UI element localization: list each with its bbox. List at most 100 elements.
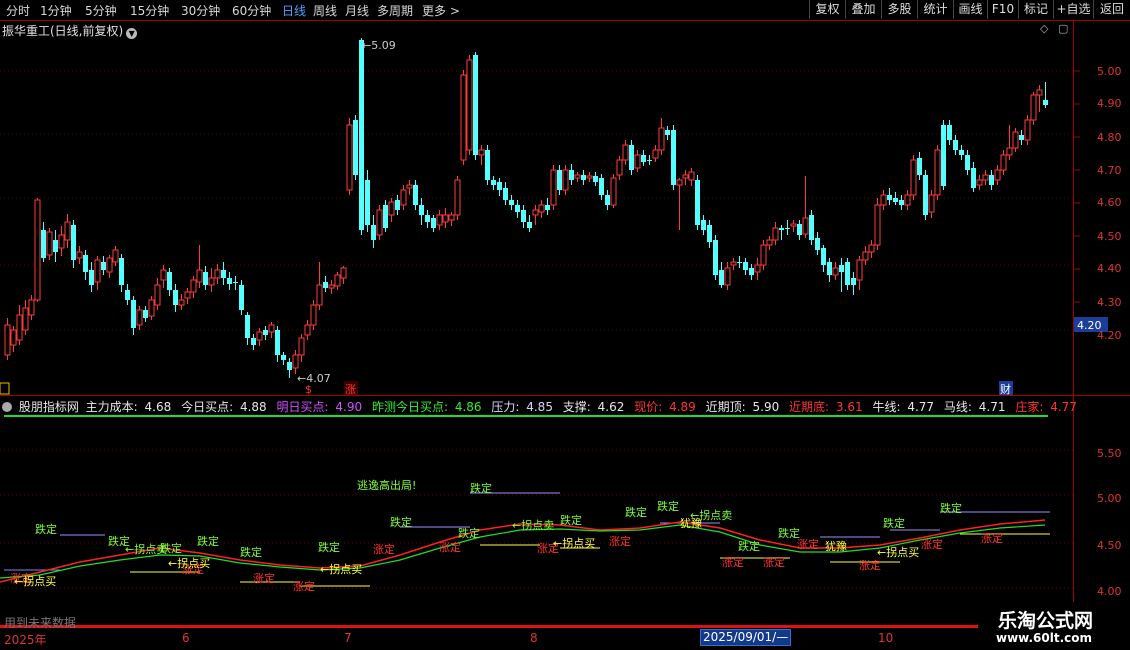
signal-label: 涨定 xyxy=(763,555,785,569)
candle xyxy=(827,258,832,282)
candle xyxy=(779,225,784,240)
date-label: 8 xyxy=(530,631,538,645)
candle xyxy=(497,178,502,196)
watermark-url: www.60lt.com xyxy=(996,631,1093,645)
signal-label: 跌定 xyxy=(35,522,57,536)
candle xyxy=(101,256,106,275)
candle xyxy=(527,215,532,232)
candle xyxy=(316,262,323,310)
candle xyxy=(622,140,629,165)
candle xyxy=(388,198,395,222)
candle xyxy=(802,176,809,238)
recent-top: 近期顶: 5.90 xyxy=(705,400,780,414)
left-edge-marker xyxy=(0,382,10,395)
candle xyxy=(1043,82,1048,108)
date-label: 10 xyxy=(878,631,894,645)
candle xyxy=(143,306,148,322)
price-tick-low: 4.20 xyxy=(1097,329,1122,342)
candle xyxy=(904,190,911,210)
candle xyxy=(359,38,364,235)
signal-label: ←拐点买 xyxy=(320,562,362,576)
candle xyxy=(928,190,935,218)
candle xyxy=(730,258,737,270)
diamond-icon[interactable]: ◇ xyxy=(1040,22,1048,35)
candle xyxy=(743,258,748,275)
candle xyxy=(334,272,341,290)
signal-label: 涨定 xyxy=(797,537,819,551)
candle xyxy=(713,235,718,280)
signal-label: ←拐点卖 xyxy=(125,542,167,556)
candle xyxy=(395,195,400,215)
candle xyxy=(310,300,317,330)
candle xyxy=(509,195,514,210)
signal-label: 跌定 xyxy=(240,545,262,559)
candle xyxy=(1024,115,1031,145)
watermark: 乐淘公式网 www.60lt.com xyxy=(978,602,1130,650)
candle xyxy=(862,246,869,265)
candle xyxy=(832,262,839,280)
candle xyxy=(431,215,436,232)
signal-label: 跌定 xyxy=(458,526,480,540)
price-tick: 4.80 xyxy=(1097,131,1122,144)
candle xyxy=(473,52,478,160)
candle xyxy=(874,198,881,250)
candle xyxy=(647,155,652,165)
candle xyxy=(4,318,11,360)
candle xyxy=(196,245,203,288)
candle xyxy=(281,352,286,365)
candle xyxy=(610,174,617,208)
candle xyxy=(682,170,689,185)
candle xyxy=(304,320,311,340)
candle xyxy=(574,172,581,182)
price-axis: 5.00 4.90 4.80 4.70 4.60 4.50 4.40 4.30 xyxy=(1097,65,1122,309)
candle xyxy=(233,276,238,290)
signal-label: 逃逸高出局! xyxy=(357,478,416,492)
signal-label: 涨定 xyxy=(439,540,461,554)
indicator-name[interactable]: 股朋指标网 xyxy=(19,400,79,414)
candle xyxy=(454,176,461,220)
candle xyxy=(154,278,161,310)
candle xyxy=(982,170,989,185)
candle xyxy=(550,165,557,210)
candle xyxy=(899,195,904,210)
window-icon[interactable]: ▢ xyxy=(1058,22,1068,35)
candle xyxy=(856,256,863,290)
candle xyxy=(208,268,215,292)
finance-marker[interactable]: 财 xyxy=(1000,382,1011,396)
kline-chart[interactable]: 5.00 4.90 4.80 4.70 4.60 4.50 4.40 4.30 … xyxy=(0,0,1130,650)
candle xyxy=(845,258,850,290)
candle xyxy=(16,305,23,345)
candle xyxy=(532,205,539,225)
candle xyxy=(749,264,754,280)
dividend-marker[interactable]: $ xyxy=(305,383,312,396)
candle xyxy=(256,328,263,346)
rise-limit-marker[interactable]: 涨 xyxy=(345,383,356,396)
stock-title[interactable]: 振华重工(日线,前复权) ▼ xyxy=(2,22,138,39)
signal-label: 跌定 xyxy=(197,534,219,548)
candle xyxy=(203,266,208,290)
predicted-buy: 昨测今日买点: 4.86 xyxy=(371,400,482,414)
candle xyxy=(629,140,634,175)
chevron-down-icon[interactable]: ▼ xyxy=(126,28,138,39)
candle xyxy=(545,198,550,215)
indicator-header: 股朋指标网 主力成本: 4.68 今日买点: 4.88 明日买点: 4.90 昨… xyxy=(2,398,1083,415)
candle xyxy=(917,152,922,180)
candle xyxy=(460,70,467,165)
candle xyxy=(112,246,119,266)
candle xyxy=(425,210,430,228)
signal-label: 犹豫 xyxy=(825,540,847,553)
high-marker: ←5.09 xyxy=(362,39,396,52)
price-tick: 5.00 xyxy=(1097,65,1122,78)
candle xyxy=(448,212,455,226)
candle xyxy=(298,334,305,362)
indicator-tick: 4.00 xyxy=(1097,585,1122,598)
date-label: 6 xyxy=(182,631,190,645)
candle xyxy=(503,182,508,205)
settings-circle-icon[interactable] xyxy=(2,402,12,412)
candle xyxy=(1006,125,1013,160)
candle xyxy=(328,280,335,294)
signal-label: 跌定 xyxy=(940,501,962,515)
today-buy: 今日买点: 4.88 xyxy=(181,400,267,414)
selected-date[interactable]: 2025/09/01/— xyxy=(700,629,792,646)
indicator-tick: 5.50 xyxy=(1097,447,1122,460)
